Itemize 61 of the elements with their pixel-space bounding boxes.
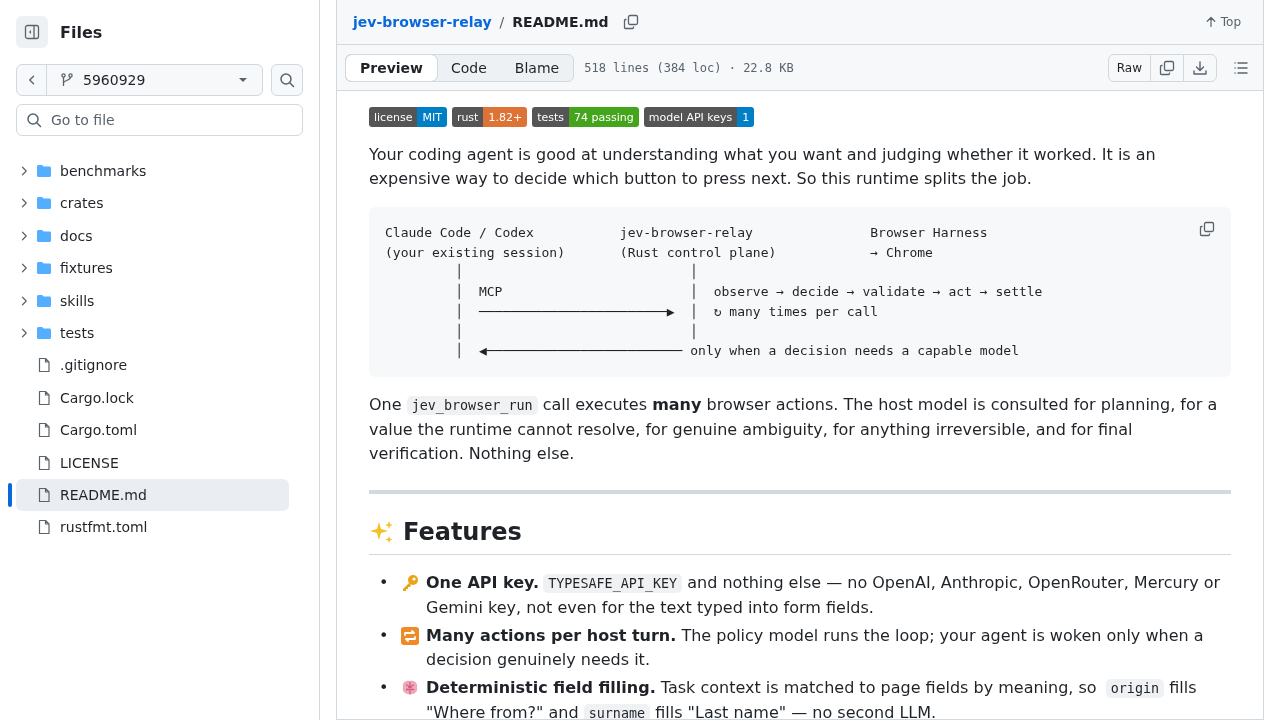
paragraph: One jev_browser_run call executes many browser actions. The host model is consulted for planning, for a value the runtime cannot resolve, for genuine ambiguity, for anything irreversible, and for final verification. Nothing else. — [369, 393, 1219, 465]
file-tree-item[interactable]: docs — [16, 219, 289, 252]
view-tab[interactable]: Preview — [346, 54, 437, 81]
file-tree-item[interactable]: Cargo.toml — [16, 414, 289, 447]
code-text: Claude Code / Codex jev-browser-relay Browser Harness (your existing session) (Rust control plane) → Chrome │ │ │ MCP │ observe → decide → validate → act → settle │ ────────────────────────▶ │ ↻ many times per call │ │ │ ◀───────────────────────── only when a decision needs a capable model — [385, 225, 1043, 359]
paragraph: Your coding agent is good at understanding what you want and judging whether it worked. It is an expensive way to decide which button to press next. So this runtime splits the job. — [369, 144, 1157, 190]
file-tree-item[interactable]: .gitignore — [16, 349, 289, 382]
file-icon — [36, 486, 52, 503]
search-button[interactable] — [271, 64, 303, 96]
key-icon — [401, 573, 419, 592]
file-icon — [36, 357, 52, 374]
collapse-sidebar-button[interactable] — [16, 16, 48, 48]
bullet: • — [379, 624, 390, 647]
file-tree-item[interactable]: rustfmt.toml — [16, 511, 289, 544]
file-tree-item[interactable]: skills — [16, 284, 289, 317]
repeat-icon — [401, 626, 419, 645]
search-icon — [279, 72, 295, 88]
sidebar-title: Files — [60, 22, 103, 42]
folder-icon — [36, 227, 52, 244]
copy-icon[interactable] — [1199, 221, 1215, 237]
folder-icon — [36, 292, 52, 309]
file-icon — [36, 519, 52, 536]
folder-icon — [36, 324, 52, 341]
file-icon — [36, 454, 52, 471]
view-tab[interactable]: Blame — [500, 54, 574, 81]
list-icon — [1233, 59, 1249, 76]
folder-icon — [36, 260, 52, 277]
selection-indicator — [8, 482, 12, 507]
caret-icon — [238, 75, 248, 85]
file-tree-item[interactable]: LICENSE — [16, 446, 289, 479]
branch-dropdown[interactable]: 5960929 — [47, 65, 262, 95]
sidebar-icon — [24, 24, 40, 40]
list-item-text: Many actions per host turn. The policy model runs the loop; your agent is woken only when a decision genuinely needs it. — [426, 624, 1205, 671]
search-icon — [26, 112, 42, 128]
file-tree-item[interactable]: Cargo.lock — [16, 381, 289, 414]
download-icon — [1192, 59, 1208, 76]
bullet: • — [379, 676, 390, 699]
bullet: • — [379, 571, 390, 594]
file-tree-item[interactable]: crates — [16, 187, 289, 220]
file-tree-item[interactable]: tests — [16, 316, 289, 349]
search-field[interactable]: Go to file — [16, 104, 303, 136]
list-item-text: Deterministic field filling. Task context is matched to page fields by meaning, so origin fills "Where from?" and surname fills "Last name" — no second LLM. — [426, 676, 1198, 719]
file-meta: 518 lines (384 loc) · 22.8 KB — [584, 60, 794, 75]
copy-icon[interactable] — [622, 14, 639, 30]
file-icon — [36, 389, 52, 406]
view-tab[interactable]: Code — [437, 54, 501, 81]
list-item-text: One API key. TYPESAFE_API_KEY and nothing else — no OpenAI, Anthropic, OpenRouter, Mercury or Gemini key, not even for the text typed into form fields. — [426, 571, 1222, 619]
file-tree-item[interactable]: fixtures — [16, 252, 289, 285]
folder-icon — [36, 163, 52, 179]
arrow-up-icon — [1204, 16, 1217, 28]
copy-icon — [1159, 59, 1175, 76]
file-tree-item[interactable]: benchmarks — [16, 155, 289, 187]
section-heading: Features — [403, 517, 522, 546]
branch-icon — [59, 72, 75, 88]
folder-icon — [36, 195, 52, 212]
file-icon — [36, 422, 52, 439]
file-name: README.md — [512, 14, 609, 30]
path-separator: / — [499, 14, 505, 30]
top-button[interactable]: Top — [1198, 14, 1247, 30]
brain-icon — [401, 678, 419, 697]
repo-link[interactable]: jev-browser-relay — [353, 14, 492, 30]
